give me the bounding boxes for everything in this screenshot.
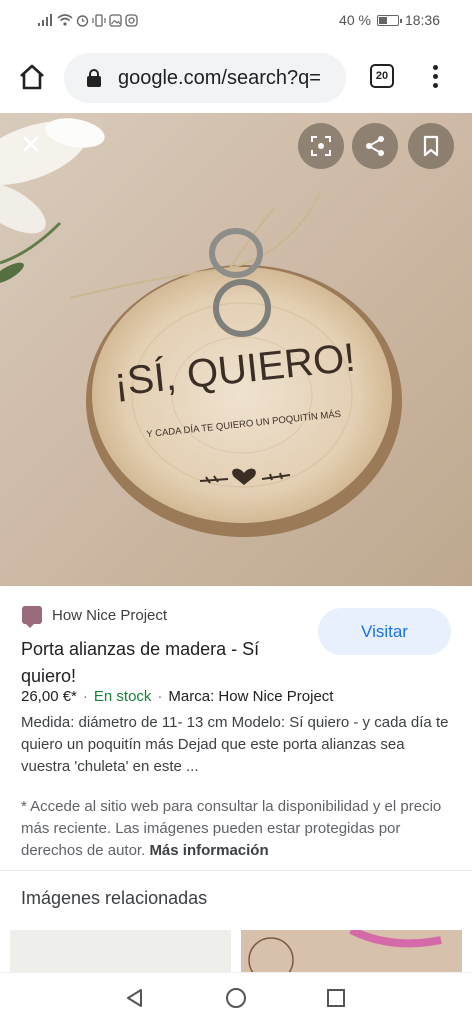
status-icons xyxy=(38,13,138,27)
lens-search-icon[interactable] xyxy=(298,123,344,169)
source-name[interactable]: How Nice Project xyxy=(52,607,167,624)
more-options-icon[interactable] xyxy=(428,61,442,93)
battery-icon xyxy=(376,14,402,26)
close-icon[interactable] xyxy=(8,121,54,167)
clock: 18:36 xyxy=(404,12,440,28)
ring-holder-illustration: ¡SÍ, QUIERO! Y CADA DÍA TE QUIERO UN POQ… xyxy=(0,118,402,537)
lock-icon xyxy=(87,69,101,87)
related-image-thumbnail[interactable] xyxy=(10,930,231,972)
instagram-icon xyxy=(125,13,138,27)
site-favicon-icon xyxy=(22,606,42,628)
visit-button[interactable]: Visitar xyxy=(318,608,451,655)
related-images-heading: Imágenes relacionadas xyxy=(21,888,208,908)
result-description: Medida: diámetro de 11- 13 cm Modelo: Sí… xyxy=(21,714,449,775)
back-icon[interactable] xyxy=(124,987,146,1009)
wifi-icon xyxy=(57,14,73,26)
status-bar: 40 % 18:36 xyxy=(0,0,472,40)
related-image-thumbnail[interactable] xyxy=(241,930,462,972)
battery-percentage: 40 % xyxy=(339,12,371,28)
recents-icon[interactable] xyxy=(326,988,346,1008)
home-icon[interactable] xyxy=(16,61,48,93)
tab-switcher-button[interactable]: 20 xyxy=(370,64,394,88)
bookmark-icon[interactable] xyxy=(408,123,454,169)
browser-toolbar: google.com/search?q= 20 xyxy=(0,44,472,110)
brand: Marca: How Nice Project xyxy=(168,688,334,705)
disclaimer: * Accede al sitio web para consultar la … xyxy=(21,796,451,862)
result-source[interactable]: How Nice Project xyxy=(22,606,167,628)
result-meta: 26,00 €* · En stock · Marca: How Nice Projec… xyxy=(21,688,334,705)
vibrate-icon xyxy=(92,13,106,27)
divider xyxy=(0,870,472,871)
home-nav-icon[interactable] xyxy=(225,987,247,1009)
address-bar[interactable]: google.com/search?q= xyxy=(64,53,346,103)
result-image[interactable]: ¡SÍ, QUIERO! Y CADA DÍA TE QUIERO UN POQ… xyxy=(0,113,472,586)
system-navigation-bar xyxy=(0,972,472,1025)
price: 26,00 €* xyxy=(21,688,77,705)
share-icon[interactable] xyxy=(352,123,398,169)
url-text[interactable]: google.com/search?q= xyxy=(118,67,321,90)
stock-status: En stock xyxy=(93,688,152,705)
signal-icon xyxy=(38,14,52,26)
image-notification-icon xyxy=(109,13,122,27)
result-title[interactable]: Porta alianzas de madera - Sí quiero! xyxy=(21,636,291,690)
more-info-link[interactable]: Más información xyxy=(149,842,268,859)
alarm-icon xyxy=(76,14,89,27)
